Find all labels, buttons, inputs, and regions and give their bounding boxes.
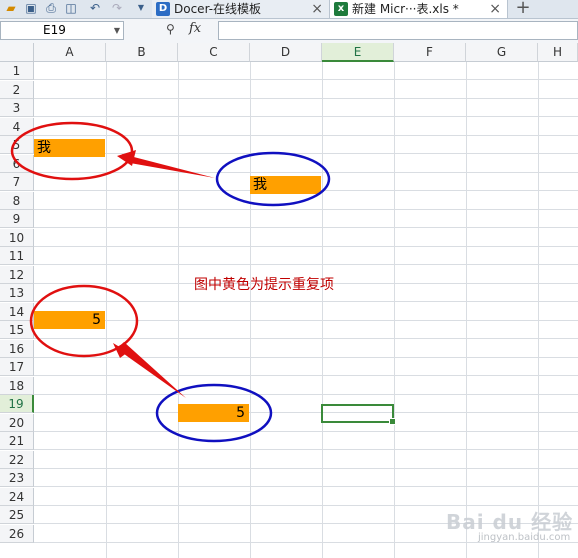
- column-header[interactable]: A: [34, 43, 106, 62]
- grid-line: [34, 246, 578, 247]
- tab-docer-label: Docer-在线模板: [174, 2, 262, 16]
- row-header[interactable]: 18: [0, 377, 34, 395]
- row-header[interactable]: 25: [0, 506, 34, 524]
- grid-line: [34, 172, 578, 173]
- row-header[interactable]: 1: [0, 62, 34, 80]
- row-header[interactable]: 20: [0, 414, 34, 432]
- row-header[interactable]: 24: [0, 488, 34, 506]
- grid-line: [34, 116, 578, 117]
- tab-spreadsheet-label: 新建 Micr···表.xls *: [352, 2, 459, 16]
- grid-line: [34, 486, 578, 487]
- print-icon[interactable]: ⎙: [44, 1, 58, 15]
- new-tab-button[interactable]: +: [512, 0, 534, 18]
- select-all-corner[interactable]: [0, 43, 34, 62]
- column-header[interactable]: H: [538, 43, 578, 62]
- save-icon[interactable]: ▣: [24, 1, 38, 15]
- row-header[interactable]: 14: [0, 303, 34, 321]
- arrowhead-a14: [113, 343, 128, 358]
- grid-line: [34, 79, 578, 80]
- grid-line: [34, 301, 578, 302]
- grid-line: [34, 338, 578, 339]
- row-header[interactable]: 16: [0, 340, 34, 358]
- grid-line: [34, 98, 578, 99]
- row-header[interactable]: 5: [0, 136, 34, 154]
- grid-line: [34, 209, 578, 210]
- grid-line: [34, 394, 578, 395]
- row-header[interactable]: 22: [0, 451, 34, 469]
- grid-line: [34, 227, 578, 228]
- tab-docer[interactable]: D Docer-在线模板 ×: [152, 0, 330, 18]
- spreadsheet-file-icon: x: [334, 2, 348, 16]
- grid-line: [538, 62, 539, 558]
- name-box-value: E19: [43, 23, 66, 37]
- grid-line: [34, 264, 578, 265]
- grid-line: [322, 62, 323, 558]
- cell-c19[interactable]: 5: [178, 404, 249, 422]
- row-header[interactable]: 4: [0, 118, 34, 136]
- grid-line: [34, 375, 578, 376]
- grid-line: [466, 62, 467, 558]
- close-icon[interactable]: ×: [489, 0, 501, 18]
- active-cell-e19[interactable]: [321, 404, 396, 425]
- arrow-to-a14: [117, 342, 186, 398]
- row-header[interactable]: 13: [0, 284, 34, 302]
- cell-a14[interactable]: 5: [34, 311, 105, 329]
- watermark-logo: Bai du 经验: [446, 510, 574, 534]
- grid-line: [34, 153, 578, 154]
- grid-line: [34, 431, 578, 432]
- grid-line: [34, 468, 578, 469]
- column-header[interactable]: C: [178, 43, 250, 62]
- formula-bar: E19 ▼ ⚲ fx: [0, 19, 578, 44]
- row-header[interactable]: 10: [0, 229, 34, 247]
- row-header[interactable]: 26: [0, 525, 34, 543]
- grid-line: [394, 62, 395, 558]
- grid-line: [106, 62, 107, 558]
- row-header[interactable]: 6: [0, 155, 34, 173]
- formula-input[interactable]: [218, 21, 578, 40]
- fill-handle[interactable]: [389, 418, 396, 425]
- grid-line: [34, 412, 578, 413]
- row-header[interactable]: 21: [0, 432, 34, 450]
- row-header[interactable]: 9: [0, 210, 34, 228]
- column-header[interactable]: G: [466, 43, 538, 62]
- row-header[interactable]: 2: [0, 81, 34, 99]
- close-icon[interactable]: ×: [311, 0, 323, 18]
- tab-spreadsheet[interactable]: x 新建 Micr···表.xls * ×: [330, 0, 508, 18]
- grid-line: [34, 357, 578, 358]
- column-header[interactable]: B: [106, 43, 178, 62]
- undo-icon[interactable]: ↶: [88, 1, 102, 15]
- print-preview-icon[interactable]: ◫: [64, 1, 78, 15]
- watermark-url: jingyan.baidu.com: [478, 532, 571, 543]
- arrow-to-a5: [122, 154, 215, 178]
- customize-toolbar-icon[interactable]: ▼: [134, 1, 148, 15]
- row-header[interactable]: 23: [0, 469, 34, 487]
- row-header[interactable]: 7: [0, 173, 34, 191]
- name-box[interactable]: E19 ▼: [0, 21, 124, 40]
- column-header[interactable]: F: [394, 43, 466, 62]
- cell-a5[interactable]: 我: [34, 139, 105, 157]
- duplicate-note: 图中黄色为提示重复项: [194, 277, 334, 293]
- grid-line: [34, 135, 578, 136]
- row-header[interactable]: 19: [0, 395, 34, 413]
- row-header[interactable]: 12: [0, 266, 34, 284]
- row-header[interactable]: 11: [0, 247, 34, 265]
- column-header[interactable]: D: [250, 43, 322, 62]
- zoom-icon[interactable]: ⚲: [166, 22, 175, 36]
- grid-line: [34, 449, 578, 450]
- grid-line: [250, 62, 251, 558]
- cell-d7[interactable]: 我: [250, 176, 321, 194]
- grid-line: [34, 320, 578, 321]
- function-button[interactable]: fx: [189, 21, 201, 36]
- chevron-down-icon[interactable]: ▼: [114, 22, 120, 39]
- grid-line: [178, 62, 179, 558]
- redo-icon[interactable]: ↷: [110, 1, 124, 15]
- column-header[interactable]: E: [322, 43, 394, 62]
- open-folder-icon[interactable]: ▰: [4, 1, 18, 15]
- row-header[interactable]: 15: [0, 321, 34, 339]
- docer-icon: D: [156, 2, 170, 16]
- row-header[interactable]: 3: [0, 99, 34, 117]
- title-bar: ▰ ▣ ⎙ ◫ ↶ ↷ ▼ D Docer-在线模板 × x 新建 Micr··…: [0, 0, 578, 19]
- row-header[interactable]: 17: [0, 358, 34, 376]
- row-header[interactable]: 8: [0, 192, 34, 210]
